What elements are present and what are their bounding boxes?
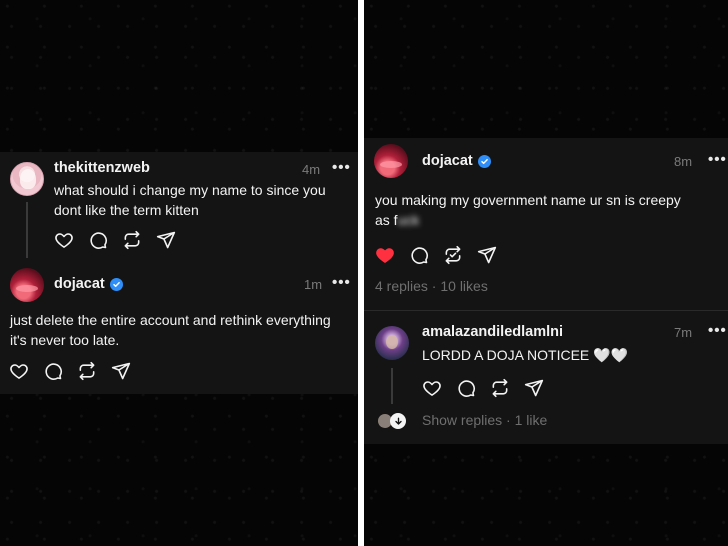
repost-icon[interactable]	[489, 377, 511, 399]
username-dojacat[interactable]: dojacat	[54, 276, 123, 292]
username-label[interactable]: thekittenzweb	[54, 160, 150, 176]
comment-icon[interactable]	[87, 229, 109, 251]
post-time: 7m	[674, 325, 693, 340]
username-amalazandiledlamlni[interactable]: amalazandiledlamlni	[422, 324, 563, 340]
reply-actions	[8, 360, 132, 382]
repost-icon[interactable]	[442, 244, 464, 266]
post-time: 4m	[302, 162, 321, 177]
verified-icon	[109, 277, 123, 291]
chevron-down-icon[interactable]	[390, 413, 406, 429]
post-text: what should i change my name to since yo…	[54, 180, 326, 220]
username-label[interactable]: dojacat	[54, 276, 105, 292]
thread-card: thekittenzweb 4m ••• what should i chang…	[0, 152, 358, 394]
heart-icon[interactable]	[374, 244, 396, 266]
comment-icon[interactable]	[455, 377, 477, 399]
share-icon[interactable]	[110, 360, 132, 382]
avatar-dojacat[interactable]	[374, 144, 408, 178]
post-text-line: it's never too late.	[10, 332, 120, 348]
post-card: dojacat 8m ••• you making my government …	[364, 138, 728, 444]
more-options-icon[interactable]: •••	[708, 322, 727, 339]
post-time: 8m	[674, 154, 693, 169]
share-icon[interactable]	[155, 229, 177, 251]
more-options-icon[interactable]: •••	[332, 159, 351, 176]
post-stats[interactable]: 4 replies · 10 likes	[375, 278, 488, 294]
comment-icon[interactable]	[408, 244, 430, 266]
post-text-line: what should i change my name to since yo…	[54, 182, 326, 198]
post-text-visible: as f	[375, 212, 398, 228]
avatar-thekittenzweb[interactable]	[10, 162, 44, 196]
more-options-icon[interactable]: •••	[708, 151, 727, 168]
verified-icon	[477, 154, 491, 168]
username-dojacat[interactable]: dojacat	[422, 153, 491, 169]
username-label[interactable]: amalazandiledlamlni	[422, 324, 563, 340]
censored-word: uck	[397, 212, 420, 228]
username-label[interactable]: dojacat	[422, 153, 473, 169]
post-text-line: you making my government name ur sn is c…	[375, 192, 681, 208]
repost-icon[interactable]	[76, 360, 98, 382]
post-text-line: just delete the entire account and rethi…	[10, 312, 331, 328]
post-text-line: dont like the term kitten	[54, 202, 199, 218]
heart-icon[interactable]	[8, 360, 30, 382]
avatar-dojacat[interactable]	[10, 268, 44, 302]
post-time: 1m	[304, 277, 323, 292]
share-icon[interactable]	[476, 244, 498, 266]
post-actions	[53, 229, 177, 251]
divider	[364, 310, 728, 311]
repost-icon[interactable]	[121, 229, 143, 251]
reply-text: just delete the entire account and rethi…	[10, 310, 331, 350]
username-thekittenzweb[interactable]: thekittenzweb	[54, 160, 150, 176]
thread-connector-line	[26, 202, 28, 258]
comment-icon[interactable]	[42, 360, 64, 382]
heart-icon[interactable]	[53, 229, 75, 251]
avatar-amalazandiledlamlni[interactable]	[375, 326, 409, 360]
more-options-icon[interactable]: •••	[332, 274, 351, 291]
post-actions	[374, 244, 498, 266]
post-text-line: as fuck	[375, 210, 681, 230]
show-replies-link[interactable]: Show replies · 1 like	[422, 412, 547, 428]
heart-icon[interactable]	[421, 377, 443, 399]
reply-text: LORDD A DOJA NOTICEE 🤍🤍	[422, 347, 629, 363]
share-icon[interactable]	[523, 377, 545, 399]
reply-actions	[421, 377, 545, 399]
post-text: you making my government name ur sn is c…	[375, 190, 681, 230]
left-screenshot-panel: thekittenzweb 4m ••• what should i chang…	[0, 0, 358, 546]
thread-connector-line	[391, 368, 393, 404]
right-screenshot-panel: dojacat 8m ••• you making my government …	[364, 0, 728, 546]
